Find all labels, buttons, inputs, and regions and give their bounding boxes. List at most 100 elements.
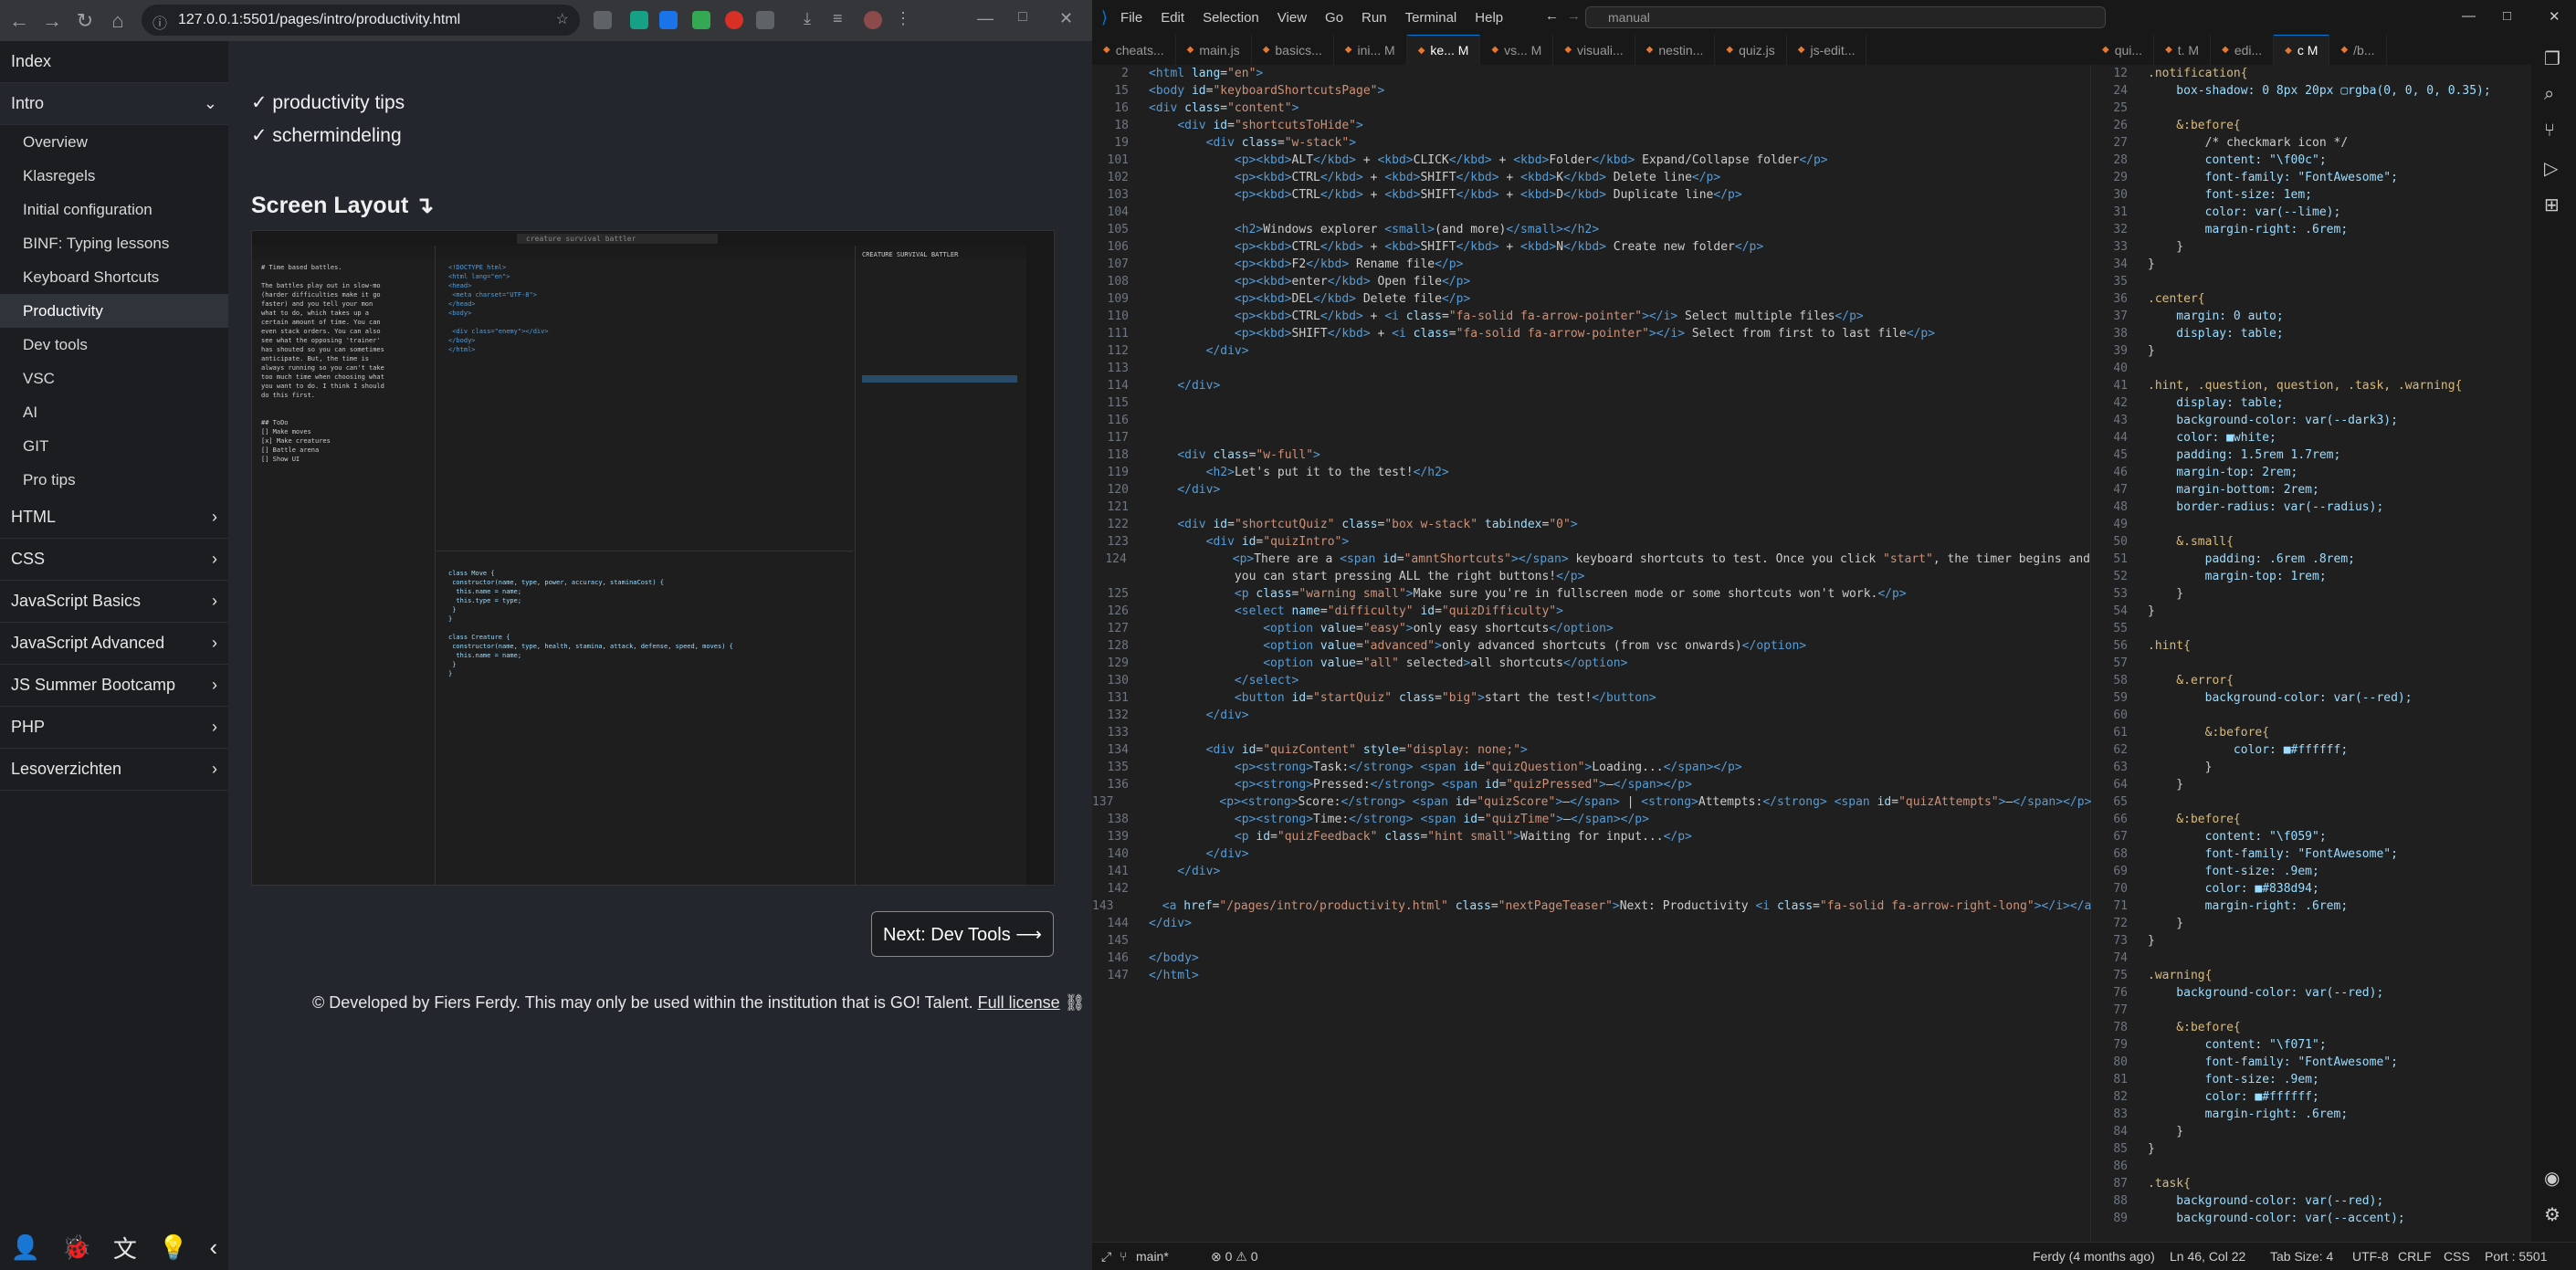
translate-icon[interactable]: 文 (113, 1231, 137, 1265)
minimize-icon[interactable]: — (977, 9, 995, 27)
close-icon[interactable]: ✕ (2549, 8, 2560, 25)
sidebar-subitem[interactable]: Productivity (0, 294, 228, 328)
editor-tab[interactable]: ◆ edi... (2211, 35, 2275, 65)
license-link[interactable]: Full license (978, 993, 1060, 1012)
search-icon[interactable]: ⌕ (2544, 84, 2554, 105)
home-icon[interactable]: ⌂ (104, 7, 131, 35)
sidebar-section[interactable]: Lesoverzichten › (0, 749, 228, 791)
sidebar-subitem[interactable]: Overview (0, 125, 228, 159)
sidebar-section[interactable]: PHP › (0, 707, 228, 749)
encoding[interactable]: UTF-8 (2352, 1249, 2389, 1264)
editor-tab[interactable]: ◆ qui... (2091, 35, 2155, 65)
sidebar-subitem[interactable]: AI (0, 395, 228, 429)
menu-item[interactable]: Help (1475, 10, 1503, 26)
editor-tab[interactable]: ◆ ini... M (1334, 35, 1407, 65)
settings-gear-icon[interactable]: ⚙ (2544, 1203, 2560, 1226)
sidebar-subitem[interactable]: BINF: Typing lessons (0, 226, 228, 260)
minimize-icon[interactable]: — (2462, 8, 2476, 24)
editor-tab[interactable]: ◆ nestin... (1635, 35, 1716, 65)
sidebar-section[interactable]: JavaScript Advanced › (0, 623, 228, 665)
git-branch[interactable]: main* (1136, 1249, 1169, 1264)
run-debug-icon[interactable]: ▷ (2544, 157, 2558, 180)
editor-tab[interactable]: ◆ basics... (1252, 35, 1334, 65)
line-ending[interactable]: CRLF (2398, 1249, 2432, 1264)
git-blame[interactable]: Ferdy (4 months ago) (2033, 1249, 2155, 1264)
sidebar-item-intro[interactable]: Intro ⌄ (0, 83, 228, 125)
user-icon[interactable]: 👤 (11, 1233, 40, 1262)
source-control-icon[interactable]: ⑂ (2544, 121, 2555, 142)
extension-icon[interactable] (594, 11, 612, 29)
reload-icon[interactable]: ↻ (71, 7, 99, 35)
sidebar-section[interactable]: JavaScript Basics › (0, 581, 228, 623)
line-number: 121 (1107, 500, 1129, 514)
media-icon[interactable]: ≡ (833, 9, 851, 27)
tab-size[interactable]: Tab Size: 4 (2270, 1249, 2333, 1264)
maximize-icon[interactable]: □ (1018, 9, 1036, 27)
next-page-button[interactable]: Next: Dev Tools ⟶ (871, 911, 1054, 957)
extension-icon[interactable] (756, 11, 774, 29)
forward-arrow-icon[interactable]: → (1567, 8, 1581, 24)
bug-icon[interactable]: 🐞 (62, 1233, 91, 1262)
editor-tab[interactable]: ◆ c M (2274, 35, 2330, 65)
sidebar-section[interactable]: HTML › (0, 497, 228, 539)
menu-item[interactable]: Terminal (1405, 10, 1457, 26)
forward-icon[interactable]: → (38, 7, 66, 35)
extensions-icon[interactable]: ⊞ (2544, 194, 2560, 216)
problems-count[interactable]: ⊗ 0 ⚠ 0 (1211, 1249, 1258, 1265)
live-server-port[interactable]: Port : 5501 (2485, 1249, 2548, 1264)
menu-item[interactable]: View (1277, 10, 1307, 26)
editor-tab[interactable]: ◆ vs... M (1480, 35, 1554, 65)
extension-icon[interactable] (692, 11, 710, 29)
download-icon[interactable]: ⤓ (804, 9, 822, 27)
lightbulb-icon[interactable]: 💡 (158, 1233, 187, 1262)
maximize-icon[interactable]: □ (2503, 8, 2511, 24)
sidebar-subitem[interactable]: Klasregels (0, 159, 228, 193)
sidebar-subitem[interactable]: VSC (0, 362, 228, 395)
editor-tab[interactable]: ◆ cheats... (1092, 35, 1176, 65)
cursor-position[interactable]: Ln 46, Col 22 (2170, 1249, 2245, 1264)
editor-tab[interactable]: ◆ main.js (1176, 35, 1252, 65)
editor-tab[interactable]: ◆ quiz.js (1715, 35, 1787, 65)
language-mode[interactable]: CSS (2444, 1249, 2470, 1264)
sidebar-subitem[interactable]: Dev tools (0, 328, 228, 362)
account-icon[interactable]: ◉ (2544, 1167, 2560, 1190)
menu-item[interactable]: File (1120, 10, 1142, 26)
menu-item[interactable]: Edit (1161, 10, 1184, 26)
extension-icon[interactable] (725, 11, 743, 29)
remote-icon[interactable]: ⤢ (1101, 1249, 1111, 1265)
close-icon[interactable]: ✕ (1059, 9, 1078, 27)
back-icon[interactable]: ← (5, 7, 33, 35)
profile-avatar[interactable] (864, 11, 882, 29)
link-icon: ⛓ (1064, 993, 1086, 1012)
command-center-search[interactable]: manual (1585, 6, 2106, 28)
editor-tab[interactable]: ◆ js-edit... (1787, 35, 1867, 65)
code-line: 116 (1092, 414, 2090, 431)
menu-item[interactable]: Go (1325, 10, 1343, 26)
sidebar-subitem[interactable]: Initial configuration (0, 193, 228, 226)
sidebar-section[interactable]: CSS › (0, 539, 228, 581)
code-line: 123 <div id="quizIntro"> (1092, 535, 2090, 552)
shot-line: [] Make moves (261, 428, 311, 436)
editor-tab[interactable]: ◆ ke... M (1406, 35, 1481, 65)
html-editor[interactable]: 2 <html lang="en"> 15 <body id="keyboardSho… (1092, 65, 2098, 1242)
menu-icon[interactable]: ⋮ (895, 9, 913, 27)
address-bar[interactable]: ⓘ 127.0.0.1:5501/pages/intro/productivit… (142, 5, 580, 36)
menu-item[interactable]: Run (1362, 10, 1387, 26)
sidebar-item-index[interactable]: Index (0, 41, 228, 83)
editor-tab[interactable]: ◆ /b... (2329, 35, 2387, 65)
extension-icon[interactable] (659, 11, 678, 29)
menu-item[interactable]: Selection (1203, 10, 1259, 26)
explorer-icon[interactable]: ❐ (2544, 47, 2560, 70)
editor-tab[interactable]: ◆ t. M (2154, 35, 2212, 65)
extension-icon[interactable] (630, 11, 648, 29)
collapse-icon[interactable]: ‹ (209, 1233, 217, 1262)
css-editor[interactable]: 12 .notification{24 box-shadow: 0 8px 20p… (2091, 65, 2531, 1242)
sidebar-subitem[interactable]: Keyboard Shortcuts (0, 260, 228, 294)
bookmark-star-icon[interactable]: ☆ (556, 10, 569, 28)
editor-tab[interactable]: ◆ visuali... (1553, 35, 1635, 65)
sidebar-subitem[interactable]: GIT (0, 429, 228, 463)
sidebar-section[interactable]: JS Summer Bootcamp › (0, 665, 228, 707)
sidebar-subitem[interactable]: Pro tips (0, 463, 228, 497)
back-arrow-icon[interactable]: ← (1545, 8, 1559, 24)
site-info-icon[interactable]: ⓘ (152, 11, 167, 33)
